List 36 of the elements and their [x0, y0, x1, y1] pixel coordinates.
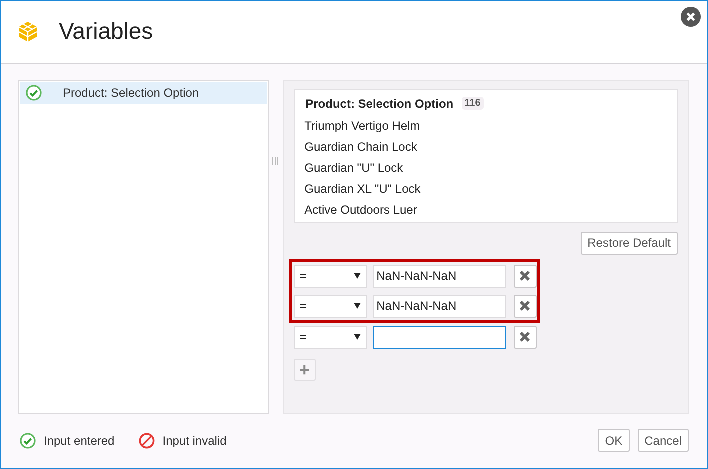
list-item[interactable]: Guardian "U" Lock [304, 160, 668, 181]
value-field[interactable]: NaN-NaN-NaN [372, 264, 506, 288]
delete-button[interactable] [514, 294, 537, 318]
close-button[interactable] [681, 7, 701, 27]
check-circle-icon [20, 432, 36, 449]
window-title: Variables [59, 18, 154, 46]
caret-icon [354, 334, 361, 340]
list-item[interactable]: Guardian Chain Lock [304, 138, 668, 160]
value-field[interactable] [372, 326, 506, 349]
operator-dropdown[interactable]: = [294, 326, 367, 349]
close-icon [519, 270, 532, 282]
legend-label: Input entered [44, 434, 115, 448]
list-title: Product: Selection Option [306, 96, 454, 111]
value-field[interactable]: NaN-NaN-NaN [372, 294, 506, 318]
close-icon [519, 300, 532, 312]
count-badge: 116 [462, 97, 484, 110]
operator-dropdown[interactable]: = [294, 294, 367, 318]
close-icon [519, 331, 532, 344]
list-item[interactable]: Triumph Vertigo Helm [304, 118, 668, 139]
list-item[interactable]: Guardian XL "U" Lock [304, 180, 668, 202]
cube-logo-icon [18, 20, 38, 43]
check-circle-icon [26, 84, 42, 101]
list-item[interactable]: Active Outdoors Luer [304, 202, 668, 222]
splitter-handle-icon [272, 156, 280, 165]
operator-dropdown[interactable]: = [294, 264, 367, 288]
delete-button[interactable] [514, 326, 537, 349]
caret-icon [354, 273, 361, 280]
delete-button[interactable] [514, 264, 537, 288]
close-icon [686, 12, 696, 22]
cancel-button[interactable]: Cancel [638, 429, 689, 452]
ok-button[interactable]: OK [598, 429, 630, 452]
prohibited-icon [138, 432, 155, 449]
restore-default-button[interactable]: Restore Default [580, 232, 678, 255]
variable-item[interactable]: Product: Selection Option [20, 82, 267, 104]
caret-icon [354, 303, 361, 310]
legend-label: Input invalid [162, 434, 227, 448]
